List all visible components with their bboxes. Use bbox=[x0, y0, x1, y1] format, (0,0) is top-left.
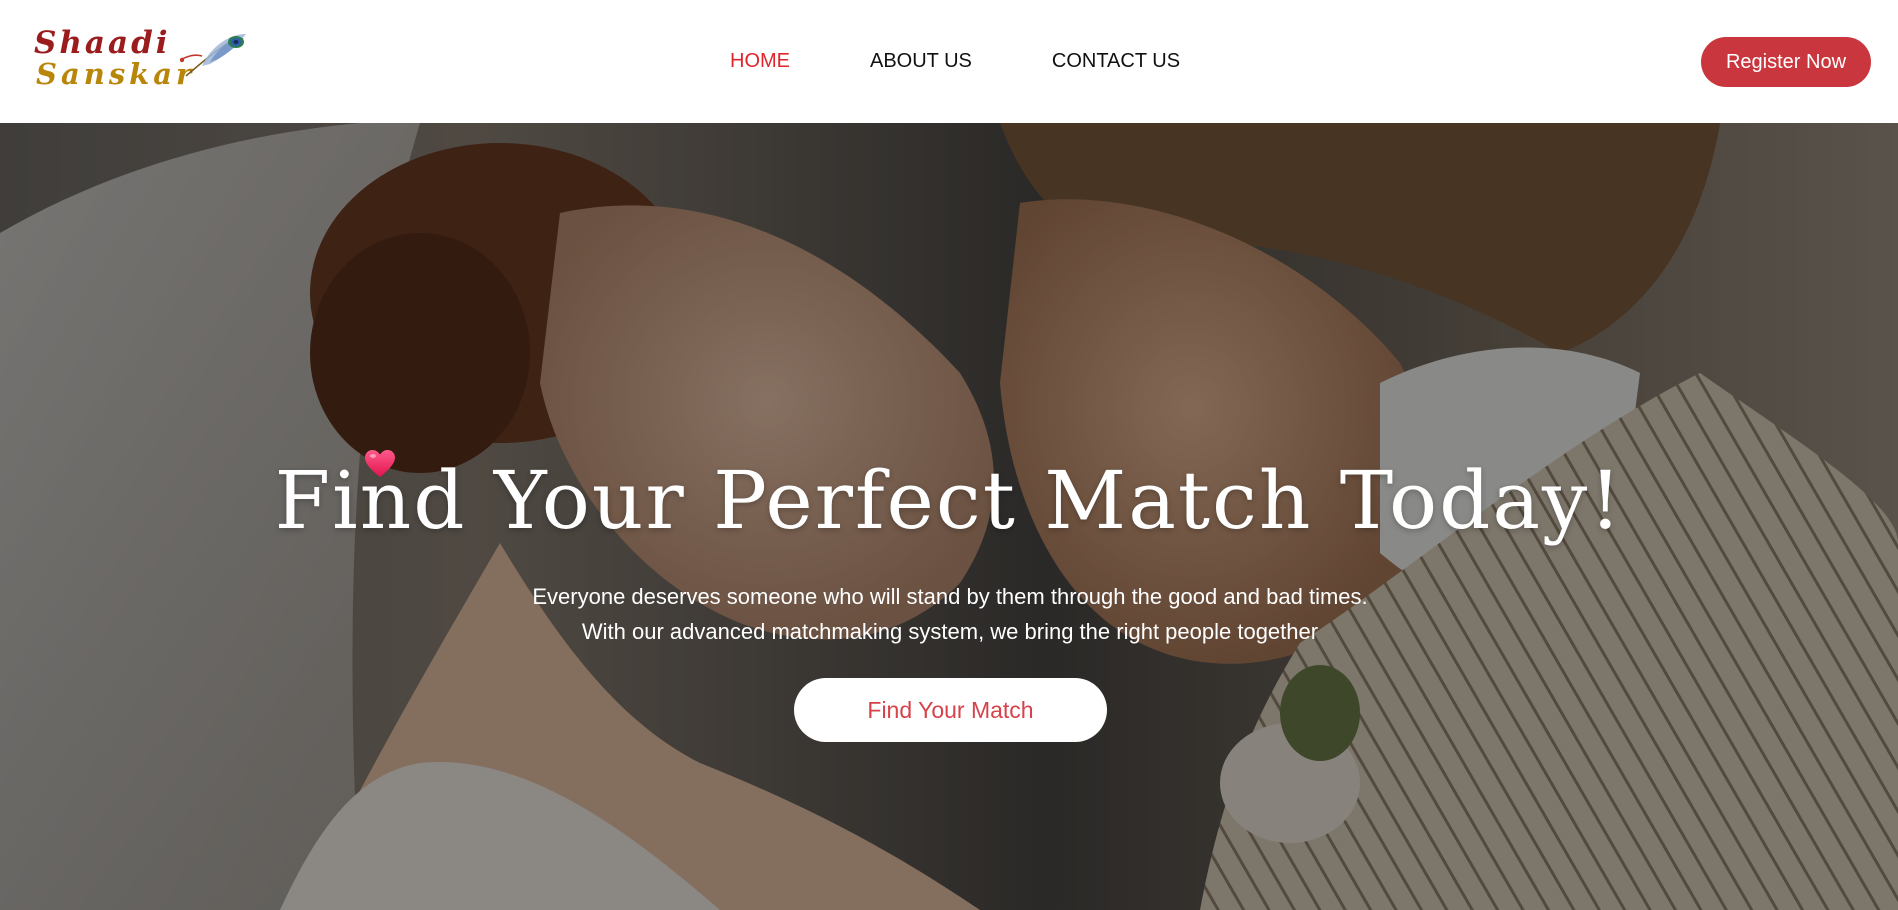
peacock-feather-icon bbox=[180, 34, 246, 77]
main-nav: HOME ABOUT US CONTACT US bbox=[730, 50, 1180, 73]
find-your-match-button[interactable]: Find Your Match bbox=[794, 678, 1107, 742]
logo-text-sanskar: Sanskar bbox=[36, 57, 196, 91]
nav-home[interactable]: HOME bbox=[730, 50, 790, 73]
hero-content: Find Your Perfect Match Today! Everyone … bbox=[0, 123, 1898, 910]
site-logo[interactable]: Shaadi Sanskar bbox=[32, 25, 246, 94]
nav-contact-us[interactable]: CONTACT US bbox=[1052, 50, 1180, 73]
landing-page: Shaadi Sanskar HOME ABOUT US CONTACT US … bbox=[0, 0, 1898, 910]
hero-title: Find Your Perfect Match Today! bbox=[274, 454, 1624, 547]
logo-text-shaadi: Shaadi bbox=[34, 25, 171, 61]
nav-about-us[interactable]: ABOUT US bbox=[870, 50, 972, 73]
site-header: Shaadi Sanskar HOME ABOUT US CONTACT US … bbox=[0, 0, 1898, 123]
register-now-button[interactable]: Register Now bbox=[1701, 37, 1871, 87]
hero-section: Find Your Perfect Match Today! Everyone … bbox=[0, 123, 1898, 910]
hero-subtitle: Everyone deserves someone who will stand… bbox=[532, 584, 1368, 644]
